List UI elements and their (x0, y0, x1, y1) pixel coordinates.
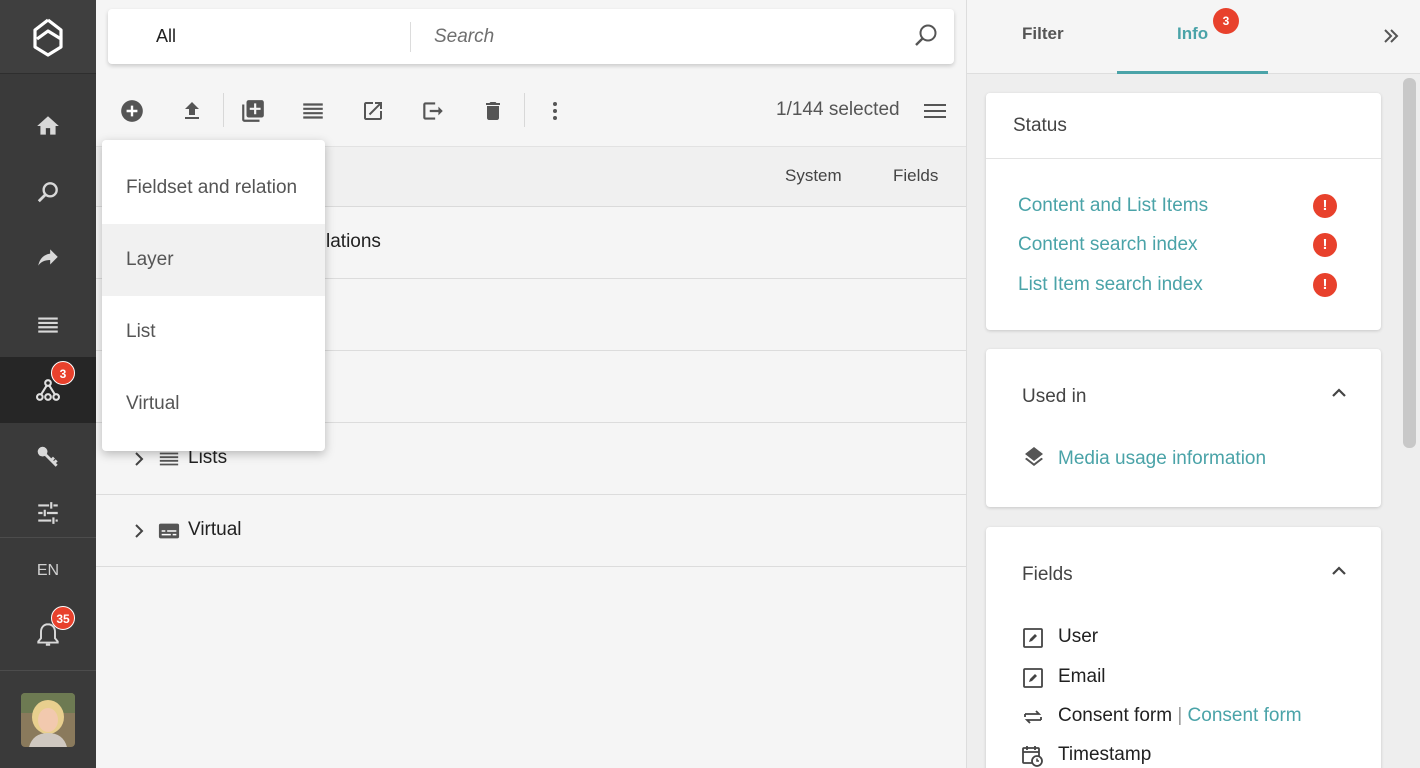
double-chevron-right-icon[interactable] (1377, 22, 1405, 50)
edit-box-icon (1023, 628, 1043, 648)
export-button[interactable] (416, 94, 450, 128)
media-usage-link[interactable]: Media usage information (1058, 448, 1266, 470)
left-nav: 3 EN 35 (0, 0, 96, 768)
search-bar: All (108, 9, 954, 64)
menu-item-virtual[interactable]: Virtual (102, 368, 325, 440)
nav-lists[interactable] (0, 291, 96, 357)
used-in-card: Used in Media usage information (986, 349, 1381, 507)
menu-item-layer[interactable]: Layer (102, 224, 325, 296)
export-icon (423, 102, 443, 120)
relation-arrows-icon (1024, 710, 1042, 724)
more-vertical-icon (553, 102, 557, 120)
table-row[interactable]: Virtual (96, 495, 966, 567)
error-icon: ! (1313, 194, 1337, 218)
trash-icon (486, 102, 500, 120)
avatar-image (21, 693, 75, 747)
user-avatar[interactable] (21, 693, 75, 747)
share-icon (38, 249, 58, 266)
error-icon: ! (1313, 273, 1337, 297)
search-separator (410, 22, 411, 52)
row-label: Virtual (188, 519, 242, 540)
schemas-badge: 3 (51, 361, 75, 385)
layers-icon (1025, 447, 1043, 466)
fields-card: Fields User Email Consent form | Consent… (986, 527, 1381, 768)
column-fields[interactable]: Fields (893, 166, 938, 186)
tab-filter[interactable]: Filter (1022, 24, 1064, 44)
search-icon[interactable] (912, 22, 940, 50)
error-icon: ! (1313, 233, 1337, 257)
panel-scrollbar[interactable] (1403, 78, 1416, 448)
virtual-schema-icon (158, 523, 180, 539)
nav-divider (0, 670, 96, 671)
status-list-item-search-index[interactable]: List Item search index (1018, 274, 1203, 296)
toolbar-separator (223, 93, 224, 127)
list-icon (38, 317, 58, 333)
add-schema-menu: Fieldset and relation Layer List Virtual (102, 140, 325, 451)
library-add-icon (242, 100, 264, 122)
upload-button[interactable] (175, 94, 209, 128)
chevron-up-icon[interactable] (1328, 382, 1350, 404)
nav-schemas[interactable]: 3 (0, 357, 96, 423)
settings-sliders-icon (38, 502, 58, 524)
menu-icon[interactable] (920, 96, 950, 126)
chevron-up-icon[interactable] (1328, 560, 1350, 582)
calendar-clock-icon (1022, 746, 1043, 767)
nav-settings[interactable] (0, 489, 96, 537)
search-input[interactable] (434, 21, 874, 53)
used-in-title: Used in (1022, 386, 1087, 407)
consent-form-link[interactable]: Consent form (1188, 705, 1302, 726)
picturepark-logo-icon (33, 18, 63, 57)
add-button[interactable] (115, 94, 149, 128)
active-tab-indicator (1117, 71, 1268, 74)
nav-access[interactable] (0, 423, 96, 489)
list-icon (303, 103, 323, 119)
nav-home[interactable] (0, 93, 96, 159)
list-view-button[interactable] (296, 94, 330, 128)
row-label: lations (326, 231, 381, 252)
language-switcher[interactable]: EN (0, 552, 96, 590)
open-in-new-icon (364, 102, 382, 120)
list-icon (159, 452, 179, 466)
status-card: Status Content and List Items ! Content … (986, 93, 1381, 330)
info-panel: Filter Info 3 Status Content and List It… (966, 0, 1420, 768)
tab-info[interactable]: Info (1177, 24, 1208, 44)
search-icon (37, 182, 58, 203)
field-label: User (1058, 626, 1099, 647)
key-icon (37, 446, 58, 467)
nav-search[interactable] (0, 159, 96, 225)
status-content-search-index[interactable]: Content search index (1018, 234, 1198, 256)
edit-box-icon (1023, 668, 1043, 688)
search-scope-selector[interactable]: All (156, 9, 176, 64)
info-badge: 3 (1213, 8, 1239, 34)
panel-tabs: Filter Info 3 (967, 0, 1420, 74)
field-label: Consent form | Consent form (1058, 705, 1302, 727)
column-system[interactable]: System (785, 166, 842, 186)
menu-item-list[interactable]: List (102, 296, 325, 368)
delete-button[interactable] (476, 94, 510, 128)
nav-notifications[interactable]: 35 (0, 602, 96, 668)
field-separator: | (1172, 705, 1188, 726)
field-label: Timestamp (1058, 744, 1152, 765)
menu-item-fieldset-relation[interactable]: Fieldset and relation (102, 152, 325, 224)
notifications-badge: 35 (51, 606, 75, 630)
status-content-list-items[interactable]: Content and List Items (1018, 195, 1208, 217)
toolbar-separator (524, 93, 525, 127)
upload-icon (185, 102, 199, 119)
add-to-collection-button[interactable] (236, 94, 270, 128)
field-label: Email (1058, 666, 1106, 687)
home-icon (37, 116, 59, 135)
add-circle-icon (121, 100, 143, 122)
card-divider (986, 158, 1381, 159)
selection-count: 1/144 selected (776, 99, 900, 120)
toolbar: 1/144 selected (96, 80, 966, 142)
app-logo[interactable] (0, 0, 96, 74)
nav-share[interactable] (0, 225, 96, 291)
fields-title: Fields (1022, 564, 1073, 585)
chevron-right-icon[interactable] (130, 519, 148, 543)
open-external-button[interactable] (356, 94, 390, 128)
nav-divider (0, 537, 96, 538)
status-title: Status (1013, 115, 1067, 136)
field-label-text: Consent form (1058, 705, 1173, 726)
more-actions-button[interactable] (538, 94, 572, 128)
